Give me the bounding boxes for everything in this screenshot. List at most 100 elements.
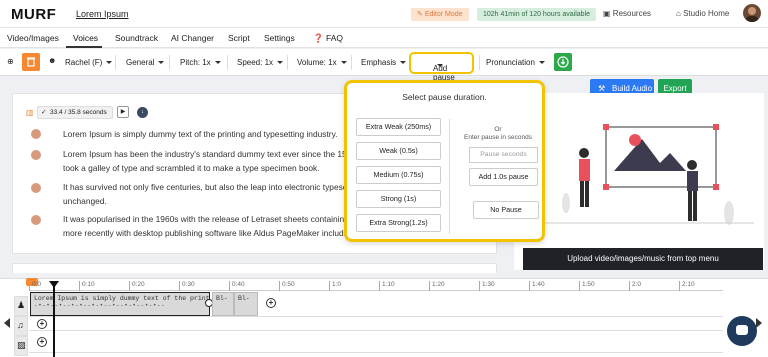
pause-strong-button[interactable]: Strong (1s) [356,190,441,208]
pause-duration-popup: Select pause duration. Extra Weak (250ms… [344,80,545,242]
script-line[interactable]: It has survived not only five centuries,… [63,182,354,192]
tab-soundtrack[interactable]: Soundtrack [115,33,158,43]
trash-icon [27,57,35,67]
script-line[interactable]: Lorem Ipsum is simply dummy text of the … [63,129,337,139]
pause-seconds-input[interactable]: Pause seconds [469,147,538,163]
hours-available-badge: 102h 41min of 120 hours available [477,8,597,21]
add-pause-button[interactable]: Add 1.0s pause [469,168,538,186]
speaker-avatar[interactable] [31,150,41,160]
editor-mode-label: Editor Mode [424,11,463,18]
ruler-label: 0:20 [129,281,145,291]
style-select[interactable]: General [126,58,165,67]
script-line[interactable]: Lorem Ipsum has been the industry's stan… [63,149,360,159]
voice-select[interactable]: Rachel (F) [65,58,113,67]
editor-mode-badge[interactable]: ✎ Editor Mode [411,8,469,21]
tab-script[interactable]: Script [228,33,250,43]
add-music-icon[interactable]: + [37,319,47,329]
emphasis-select[interactable]: Emphasis [361,58,407,67]
emphasis-label: Emphasis [361,58,397,67]
pitch-select[interactable]: Pitch: 1x [180,58,221,67]
tab-ai-changer[interactable]: AI Changer [171,33,214,43]
script-block-next [12,263,497,273]
delete-block-button[interactable] [22,53,40,71]
add-clip-icon[interactable]: + [266,298,276,308]
active-tab-indicator [66,46,102,48]
voice-track-icon[interactable]: ♟ [14,296,28,316]
download-icon[interactable]: ↓ [137,107,148,118]
resources-link[interactable]: ▣ Resources [603,9,651,18]
duration-badge: ✓ 33.4 / 35.8 seconds [37,106,113,119]
voice-clip[interactable]: Bl- [212,292,234,316]
speed-select[interactable]: Speed: 1x [237,58,284,67]
video-track [29,331,723,353]
script-line[interactable]: took a galley of type and scrambled it t… [63,163,320,173]
speaker-avatar[interactable] [31,129,41,139]
no-pause-button[interactable]: No Pause [473,201,539,219]
check-icon: ✓ [41,109,47,116]
scroll-right-icon[interactable] [756,318,762,328]
toolbar-divider [227,55,228,70]
or-label: Or Enter pause in seconds [452,126,544,142]
duration-text: 33.4 / 35.8 seconds [50,109,107,116]
ruler-label: 1:10 [379,281,395,291]
waveform-icon: ‑•‑•‑‑•‑‑•‑•‑‑•‑•‑‑•‑‑•‑•‑‑•‑•‑‑ [34,302,166,309]
download-button[interactable] [554,53,572,71]
home-icon: ⌂ [676,9,681,18]
speaker-avatar[interactable] [31,183,41,193]
tab-voices[interactable]: Voices [73,33,98,43]
speed-label: Speed: 1x [237,58,274,67]
playhead[interactable] [49,281,59,357]
pause-weak-button[interactable]: Weak (0.5s) [356,142,441,160]
pronunciation-select[interactable]: Pronunciation [486,58,545,67]
image-icon: ▧ [17,340,26,350]
script-line[interactable]: more recently with desktop publishing so… [63,228,355,238]
ruler-label: 1:30 [479,281,495,291]
chevron-down-icon [538,61,545,65]
image-track-icon[interactable]: ▧ [14,336,28,356]
chevron-down-icon [214,61,221,65]
user-avatar[interactable] [743,4,761,22]
main-tabs: Video/Images Voices Soundtrack AI Change… [0,28,768,48]
pause-extra-weak-button[interactable]: Extra Weak (250ms) [356,118,441,136]
music-track-icon[interactable]: ♫ [14,316,28,336]
ruler-label: 1:40 [529,281,545,291]
tab-video-images[interactable]: Video/Images [7,33,59,43]
studio-home-link[interactable]: ⌂ Studio Home [676,9,729,18]
download-icon [557,56,569,68]
voice-clip[interactable]: Bl- [234,292,258,316]
script-line[interactable]: unchanged. [63,196,107,206]
tab-faq[interactable]: ❓ FAQ [313,33,343,44]
toolbar-divider [351,55,352,70]
volume-label: Volume: 1x [297,58,337,67]
studio-home-label: Studio Home [683,9,730,18]
enter-seconds-text: Enter pause in seconds [464,134,532,141]
clip-text: Lorem Ipsum is simply dummy text of the … [34,295,210,302]
play-icon[interactable]: ▶ [117,106,129,118]
ruler-label: 0:10 [79,281,95,291]
toolbar-divider [169,55,170,70]
add-pause-select[interactable]: Add pause [409,52,474,82]
ruler-label: 1:0 [329,281,341,291]
toolbar-divider [287,55,288,70]
project-title[interactable]: Lorem Ipsum [76,9,129,19]
voice-clip[interactable]: Lorem Ipsum is simply dummy text of the … [30,292,210,316]
add-media-icon[interactable]: + [37,337,47,347]
music-track [29,317,723,331]
script-line[interactable]: It was popularised in the 1960s with the… [63,214,361,224]
tab-settings[interactable]: Settings [264,33,295,43]
add-block-icon[interactable]: ⊕ [7,57,14,66]
chevron-down-icon [277,61,284,65]
murf-logo[interactable]: MURF [11,6,56,23]
music-note-icon: ♫ [17,320,24,330]
pause-medium-button[interactable]: Medium (0.75s) [356,166,441,184]
chat-support-icon[interactable] [727,316,757,346]
speaker-avatar[interactable] [31,215,41,225]
volume-select[interactable]: Volume: 1x [297,58,347,67]
person-icon: ♟ [17,300,26,310]
voice-toolbar: ⊕ ☻ Rachel (F) General Pitch: 1x Speed: … [0,49,768,76]
block-trash-icon[interactable]: ▥ [26,108,34,117]
voice-avatar-icon: ☻ [48,56,57,65]
scroll-left-icon[interactable] [4,318,10,328]
pause-extra-strong-button[interactable]: Extra Strong(1.2s) [356,214,441,232]
toolbar-divider [479,55,480,70]
